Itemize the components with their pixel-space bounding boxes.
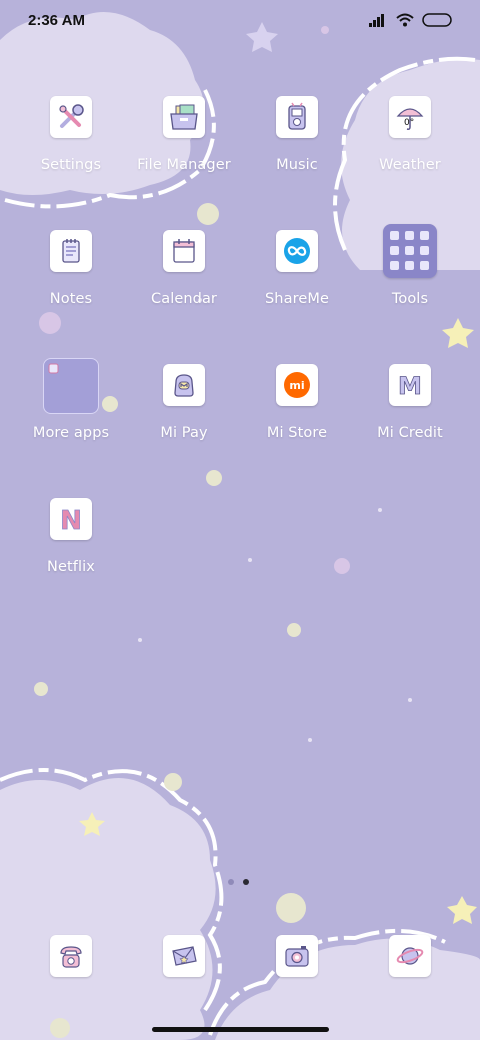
app-mi-pay[interactable]: Mi Pay <box>128 364 240 464</box>
battery-icon <box>422 13 452 27</box>
message-icon <box>163 935 205 977</box>
dock-browser[interactable] <box>374 935 446 1035</box>
app-more-apps-folder[interactable]: More apps <box>15 358 127 464</box>
folder-icon <box>163 96 205 138</box>
wifi-icon <box>396 13 414 27</box>
notepad-icon <box>50 230 92 272</box>
mi-credit-letter: M <box>398 372 422 400</box>
wallet-icon <box>163 364 205 406</box>
app-mi-credit[interactable]: M Mi Credit <box>354 364 466 464</box>
netflix-letter: N <box>60 506 82 534</box>
app-label: Weather <box>379 157 441 173</box>
folder-icon <box>43 358 99 414</box>
app-weather[interactable]: 0° Weather <box>354 96 466 196</box>
app-mi-store[interactable]: mi Mi Store <box>241 364 353 464</box>
camera-icon <box>276 935 318 977</box>
app-label: Mi Credit <box>377 425 443 441</box>
clock: 2:36 AM <box>28 12 85 29</box>
app-calendar[interactable]: Calendar <box>128 230 240 330</box>
dock-messages[interactable] <box>148 935 220 1035</box>
wrench-screwdriver-icon <box>50 96 92 138</box>
tools-folder-icon <box>383 224 437 278</box>
netflix-icon: N <box>50 498 92 540</box>
shareme-icon <box>276 230 318 272</box>
app-tools-folder[interactable]: Tools <box>354 224 466 330</box>
umbrella-icon: 0° <box>389 96 431 138</box>
dock-phone[interactable] <box>35 935 107 1035</box>
page-dot[interactable] <box>228 879 234 885</box>
dock-camera[interactable] <box>261 935 333 1035</box>
music-player-icon <box>276 96 318 138</box>
app-notes[interactable]: Notes <box>15 230 127 330</box>
mi-credit-icon: M <box>389 364 431 406</box>
phone-icon <box>50 935 92 977</box>
app-label: Tools <box>391 291 429 307</box>
mi-logo-icon: mi <box>276 364 318 406</box>
status-bar: 2:36 AM <box>0 0 480 42</box>
app-shareme[interactable]: ShareMe <box>241 230 353 330</box>
gesture-bar[interactable] <box>152 1027 329 1032</box>
page-indicator <box>228 879 249 885</box>
app-label: Netflix <box>47 559 95 575</box>
app-file-manager[interactable]: File Manager <box>128 96 240 196</box>
calendar-icon <box>163 230 205 272</box>
app-settings[interactable]: Settings <box>15 96 127 196</box>
mi-logo-text: mi <box>289 379 304 392</box>
app-music[interactable]: Music <box>241 96 353 196</box>
signal-icon <box>369 14 384 27</box>
page-dot-active[interactable] <box>243 879 249 885</box>
weather-temp: 0° <box>404 118 414 128</box>
planet-icon <box>389 935 431 977</box>
app-netflix[interactable]: N Netflix <box>15 498 127 598</box>
